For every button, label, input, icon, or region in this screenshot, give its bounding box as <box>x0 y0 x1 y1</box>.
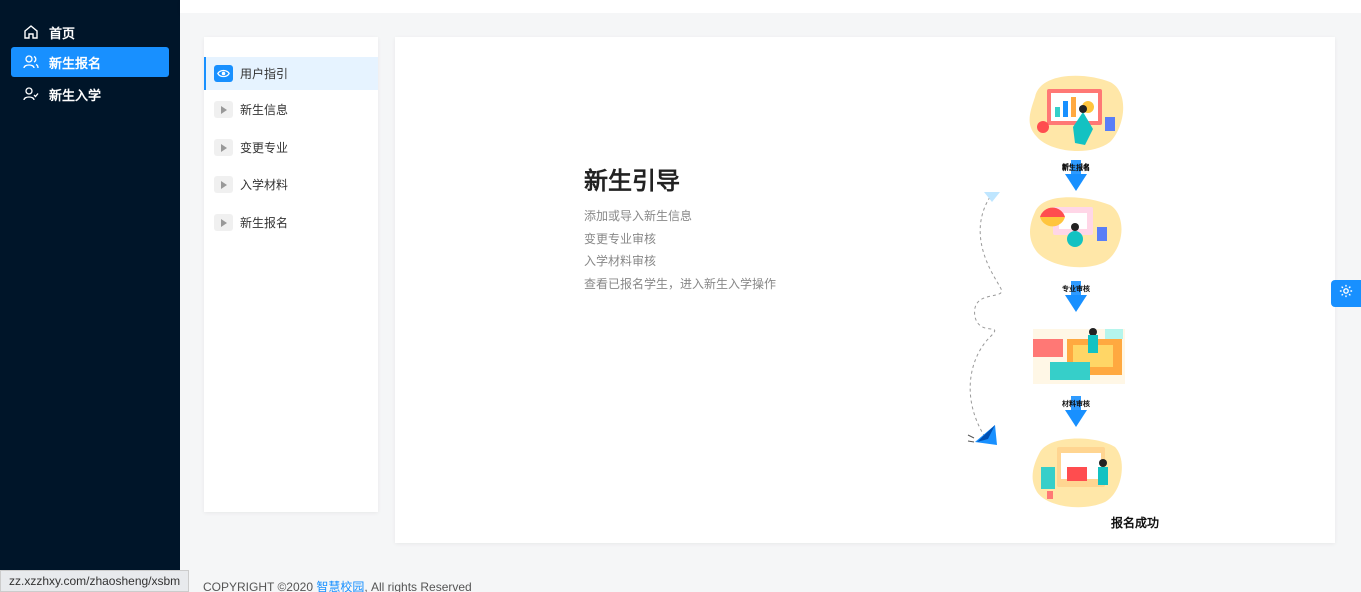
gear-icon <box>1339 284 1353 303</box>
eye-icon <box>214 65 233 82</box>
flow-illustration: 新生报名 新生报名 专业审核 <box>967 75 1125 508</box>
users-icon <box>23 54 39 70</box>
settings-button[interactable] <box>1331 280 1361 307</box>
sidebar-item-label: 新生报名 <box>49 55 102 71</box>
copyright-suffix: , All rights Reserved <box>364 580 472 592</box>
status-bar-url: zz.xzzhxy.com/zhaosheng/xsbm <box>0 570 190 592</box>
step-label: 变更专业 <box>240 141 289 155</box>
sidebar: 首页 新生报名 新生入学 <box>0 0 180 592</box>
guide-card: 新生引导 添加或导入新生信息 变更专业审核 入学材料审核 查看已报名学生，进入新… <box>395 37 1335 543</box>
play-icon <box>214 139 233 156</box>
flow-final-label: 报名成功 <box>1110 516 1159 530</box>
sidebar-item-home[interactable]: 首页 <box>11 17 169 47</box>
guide-line: 查看已报名学生，进入新生入学操作 <box>584 277 777 291</box>
step-label: 入学材料 <box>240 178 289 192</box>
copyright: COPYRIGHT ©2020 智慧校园, All rights Reserve… <box>203 578 472 592</box>
step-label: 用户指引 <box>240 67 289 81</box>
illustration-success <box>1032 438 1122 508</box>
svg-text:新生报名: 新生报名 <box>1062 163 1090 172</box>
flow-label-3: 材料审核 <box>1061 399 1090 408</box>
copyright-link[interactable]: 智慧校园 <box>316 580 364 592</box>
step-enrollment[interactable]: 新生报名 <box>204 206 378 239</box>
step-user-guide[interactable]: 用户指引 <box>204 57 378 90</box>
sidebar-item-enroll[interactable]: 新生报名 <box>11 47 169 77</box>
guide-line: 变更专业审核 <box>584 232 657 246</box>
step-label: 新生报名 <box>240 216 289 230</box>
header <box>180 0 1361 13</box>
step-label: 新生信息 <box>240 103 289 117</box>
step-admission-materials[interactable]: 入学材料 <box>204 168 378 201</box>
home-icon <box>23 24 39 40</box>
user-check-icon <box>23 86 39 102</box>
play-icon <box>214 101 233 118</box>
guide-line: 添加或导入新生信息 <box>584 209 693 223</box>
sidebar-item-label: 新生入学 <box>49 87 102 103</box>
illustration-major-review <box>1030 197 1122 268</box>
play-icon <box>214 214 233 231</box>
sidebar-item-admission[interactable]: 新生入学 <box>11 79 169 109</box>
illustration-materials-review <box>1033 328 1125 384</box>
flow-label-2: 专业审核 <box>1062 284 1090 293</box>
step-change-major[interactable]: 变更专业 <box>204 131 378 164</box>
copyright-prefix: COPYRIGHT ©2020 <box>203 580 317 592</box>
play-icon <box>214 176 233 193</box>
sidebar-item-label: 首页 <box>49 25 76 41</box>
guide-line: 入学材料审核 <box>584 254 657 268</box>
illustration-enroll <box>1029 75 1124 152</box>
guide-title: 新生引导 <box>584 168 680 195</box>
step-menu: 用户指引 新生信息 变更专业 入学材料 新生报名 <box>204 37 378 512</box>
step-student-info[interactable]: 新生信息 <box>204 93 378 126</box>
